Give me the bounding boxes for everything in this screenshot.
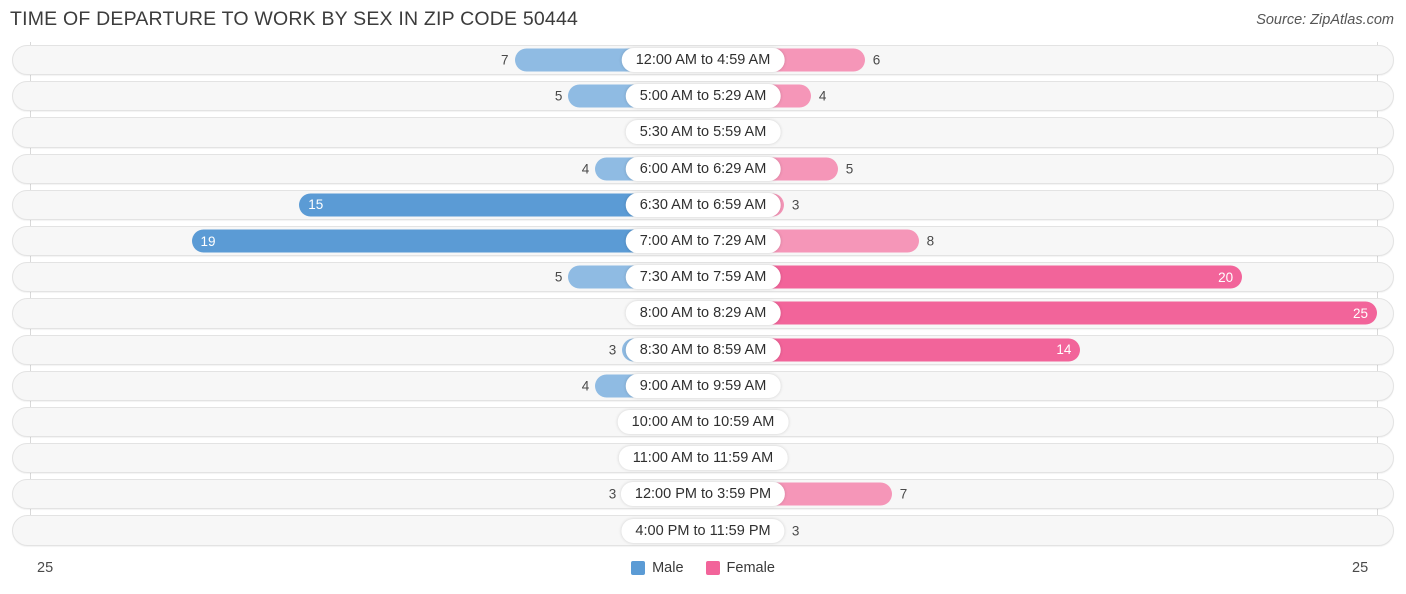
legend-item-male[interactable]: Male xyxy=(631,560,684,576)
bar-female[interactable]: 25 xyxy=(703,301,1377,325)
bar-value-female: 8 xyxy=(926,233,935,249)
legend-swatch-male-icon xyxy=(631,561,646,575)
bar-value-female: 4 xyxy=(818,88,827,104)
table-row[interactable]: 15 3 6:30 AM to 6:59 AM xyxy=(0,187,1406,223)
table-row[interactable]: 7 6 12:00 AM to 4:59 AM xyxy=(0,42,1406,78)
table-row[interactable]: 3 7 12:00 PM to 3:59 PM xyxy=(0,476,1406,512)
bar-value-female: 7 xyxy=(899,486,908,502)
chart-footer: 25 25 Male Female xyxy=(0,552,1406,594)
bar-female[interactable]: 20 xyxy=(703,265,1243,289)
bar-value-female: 6 xyxy=(872,52,881,68)
table-row[interactable]: 0011:00 AM to 11:59 AM xyxy=(0,440,1406,476)
row-category-label: 10:00 AM to 10:59 AM xyxy=(617,409,789,434)
row-category-label: 5:30 AM to 5:59 AM xyxy=(625,120,781,145)
bar-value-male: 5 xyxy=(554,88,563,104)
source-attribution: Source: ZipAtlas.com xyxy=(1256,12,1394,28)
table-row[interactable]: 5 4 5:00 AM to 5:29 AM xyxy=(0,78,1406,114)
bar-value-female: 3 xyxy=(791,197,800,213)
chart-plot-area: 7 6 12:00 AM to 4:59 AM 5 4 5:00 AM to 5:29 A… xyxy=(0,42,1406,550)
bar-value-male: 4 xyxy=(581,161,590,177)
table-row[interactable]: 4 5 6:00 AM to 6:29 AM xyxy=(0,151,1406,187)
legend-item-female[interactable]: Female xyxy=(705,560,775,576)
bar-value-female: 25 xyxy=(1352,305,1368,321)
row-category-label: 12:00 AM to 4:59 AM xyxy=(621,48,785,73)
legend-label-female: Female xyxy=(726,560,775,576)
table-row[interactable]: 0010:00 AM to 10:59 AM xyxy=(0,404,1406,440)
table-row[interactable]: 409:00 AM to 9:59 AM xyxy=(0,368,1406,404)
table-row[interactable]: 5 20 7:30 AM to 7:59 AM xyxy=(0,259,1406,295)
bar-value-male: 3 xyxy=(608,342,617,358)
row-category-label: 7:30 AM to 7:59 AM xyxy=(625,265,781,290)
table-row[interactable]: 2258:00 AM to 8:29 AM xyxy=(0,295,1406,331)
chart-legend: Male Female xyxy=(0,560,1406,576)
row-category-label: 11:00 AM to 11:59 AM xyxy=(618,446,788,471)
row-category-label: 5:00 AM to 5:29 AM xyxy=(625,84,781,109)
row-category-label: 4:00 PM to 11:59 PM xyxy=(621,518,785,543)
table-row[interactable]: 3 14 8:30 AM to 8:59 AM xyxy=(0,332,1406,368)
table-row[interactable]: 015:30 AM to 5:59 AM xyxy=(0,114,1406,150)
page-title: TIME OF DEPARTURE TO WORK BY SEX IN ZIP … xyxy=(10,8,579,30)
bar-value-female: 3 xyxy=(791,523,800,539)
bar-value-female: 20 xyxy=(1218,269,1234,285)
bar-value-male: 3 xyxy=(608,486,617,502)
chart-header: TIME OF DEPARTURE TO WORK BY SEX IN ZIP … xyxy=(0,0,1406,40)
table-row[interactable]: 034:00 PM to 11:59 PM xyxy=(0,512,1406,548)
bar-value-male: 4 xyxy=(581,378,590,394)
row-category-label: 8:30 AM to 8:59 AM xyxy=(625,337,781,362)
bar-rows-container: 7 6 12:00 AM to 4:59 AM 5 4 5:00 AM to 5:29 A… xyxy=(0,42,1406,549)
bar-value-female: 14 xyxy=(1056,342,1072,358)
row-category-label: 6:00 AM to 6:29 AM xyxy=(625,156,781,181)
bar-value-male: 7 xyxy=(501,52,509,68)
table-row[interactable]: 19 8 7:00 AM to 7:29 AM xyxy=(0,223,1406,259)
bar-value-male: 5 xyxy=(554,269,563,285)
bar-value-male: 19 xyxy=(200,233,216,249)
legend-label-male: Male xyxy=(652,560,684,576)
row-category-label: 6:30 AM to 6:59 AM xyxy=(625,192,781,217)
row-category-label: 9:00 AM to 9:59 AM xyxy=(625,373,781,398)
row-category-label: 8:00 AM to 8:29 AM xyxy=(625,301,781,326)
bar-value-female: 5 xyxy=(845,161,854,177)
row-category-label: 12:00 PM to 3:59 PM xyxy=(620,482,786,507)
legend-swatch-female-icon xyxy=(705,561,720,575)
row-category-label: 7:00 AM to 7:29 AM xyxy=(625,229,781,254)
bar-value-male: 15 xyxy=(308,197,324,213)
